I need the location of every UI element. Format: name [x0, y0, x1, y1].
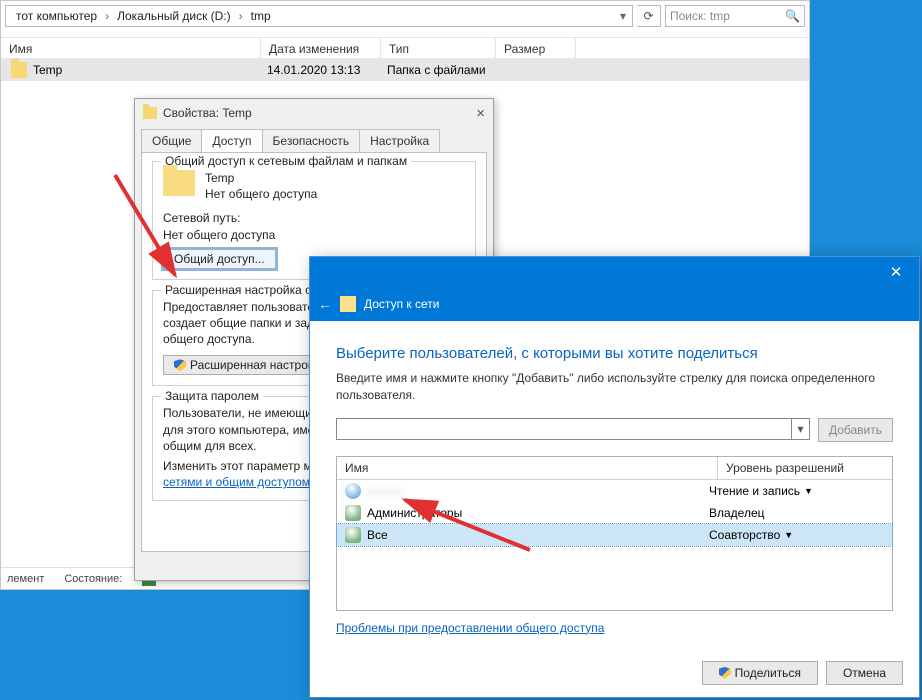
row-type: Папка с файлами [387, 63, 502, 77]
trouble-row: Проблемы при предоставлении общего досту… [336, 621, 893, 635]
wizard-title: Доступ к сети [364, 297, 439, 311]
user-row[interactable]: Администраторы Владелец [337, 502, 892, 524]
permission-cell[interactable]: Владелец [709, 506, 884, 520]
group-icon [345, 505, 361, 521]
close-icon[interactable]: × [476, 105, 485, 122]
close-button[interactable]: ✕ [873, 257, 919, 287]
user-name: Администраторы [367, 506, 462, 520]
col-size[interactable]: Размер [496, 38, 576, 58]
dropdown-icon[interactable]: ▾ [791, 419, 809, 439]
permission-cell[interactable]: Соавторство ▼ [709, 528, 884, 542]
folder-icon [11, 62, 27, 78]
user-list: Имя Уровень разрешений ——— Чтение и запис… [336, 456, 893, 611]
list-header: Имя Уровень разрешений [337, 457, 892, 480]
chevron-down-icon[interactable]: ▾ [618, 9, 628, 23]
col-type[interactable]: Тип [381, 38, 496, 58]
folder-icon [163, 170, 195, 196]
breadcrumb[interactable]: тот компьютер › Локальный диск (D:) › tm… [5, 5, 633, 27]
status-elements: лемент [7, 573, 44, 585]
add-button[interactable]: Добавить [818, 418, 893, 442]
netpath-value: Нет общего доступа [163, 227, 465, 243]
group-icon [345, 527, 361, 543]
search-icon: 🔍 [785, 9, 800, 23]
crumb-3[interactable]: tmp [245, 9, 277, 23]
chevron-down-icon: ▼ [804, 486, 813, 496]
refresh-button[interactable]: ⟳ [637, 5, 661, 27]
tab-general[interactable]: Общие [141, 129, 202, 152]
folder-name: Temp [205, 170, 317, 186]
user-row[interactable]: Все Соавторство ▼ [337, 524, 892, 546]
status-state-label: Состояние: [64, 573, 122, 585]
share-confirm-button[interactable]: Поделиться [702, 661, 818, 685]
user-row[interactable]: ——— Чтение и запись ▼ [337, 480, 892, 502]
crumb-2[interactable]: Локальный диск (D:) [111, 9, 237, 23]
tab-settings[interactable]: Настройка [359, 129, 440, 152]
shield-icon [719, 667, 731, 679]
trouble-link[interactable]: Проблемы при предоставлении общего досту… [336, 621, 604, 635]
search-placeholder: Поиск: tmp [670, 9, 730, 23]
share-desc: Введите имя и нажмите кнопку "Добавить" … [336, 370, 893, 404]
share-heading: Выберите пользователей, с которыми вы хо… [336, 345, 893, 362]
chevron-right-icon: › [103, 9, 111, 23]
netpath-label: Сетевой путь: [163, 210, 465, 226]
tab-security[interactable]: Безопасность [262, 129, 361, 152]
file-row-temp[interactable]: Temp 14.01.2020 13:13 Папка с файлами [1, 59, 809, 81]
share-titlebar[interactable]: ✕ [310, 257, 919, 287]
folder-icon [143, 107, 157, 119]
properties-titlebar[interactable]: Свойства: Temp × [135, 99, 493, 127]
col-date[interactable]: Дата изменения [261, 38, 381, 58]
col-name[interactable]: Имя [337, 457, 717, 479]
permission-cell[interactable]: Чтение и запись ▼ [709, 484, 884, 498]
share-btn-label: Поделиться [735, 666, 801, 680]
user-icon [345, 483, 361, 499]
share-body: Выберите пользователей, с которыми вы хо… [310, 321, 919, 647]
column-headers: Имя Дата изменения Тип Размер [1, 37, 809, 59]
chevron-right-icon: › [237, 9, 245, 23]
tabs: Общие Доступ Безопасность Настройка [141, 129, 487, 152]
tab-access[interactable]: Доступ [201, 129, 262, 152]
add-user-row: ▾ Добавить [336, 418, 893, 442]
properties-title: Свойства: Temp [163, 106, 252, 120]
back-icon[interactable]: ← [318, 296, 332, 312]
share-header: ← Доступ к сети [310, 287, 919, 321]
no-share-text: Нет общего доступа [205, 186, 317, 202]
cancel-button[interactable]: Отмена [826, 661, 903, 685]
share-button[interactable]: Общий доступ... [163, 249, 276, 269]
group-title: Общий доступ к сетевым файлам и папкам [161, 154, 411, 168]
address-bar: тот компьютер › Локальный диск (D:) › tm… [1, 1, 809, 31]
chevron-down-icon: ▼ [784, 530, 793, 540]
row-date: 14.01.2020 13:13 [267, 63, 387, 77]
col-name[interactable]: Имя [1, 38, 261, 58]
user-name: Все [367, 528, 388, 542]
shield-icon [174, 359, 186, 371]
crumb-1[interactable]: тот компьютер [10, 9, 103, 23]
group-title: Защита паролем [161, 389, 263, 403]
col-perm[interactable]: Уровень разрешений [717, 457, 892, 479]
network-share-dialog: ✕ ← Доступ к сети Выберите пользователей… [309, 256, 920, 698]
user-name: ——— [367, 484, 403, 498]
user-input[interactable]: ▾ [336, 418, 810, 440]
wizard-icon [340, 296, 356, 312]
search-input[interactable]: Поиск: tmp 🔍 [665, 5, 805, 27]
row-name: Temp [33, 63, 267, 77]
share-footer: Поделиться Отмена [702, 661, 903, 685]
